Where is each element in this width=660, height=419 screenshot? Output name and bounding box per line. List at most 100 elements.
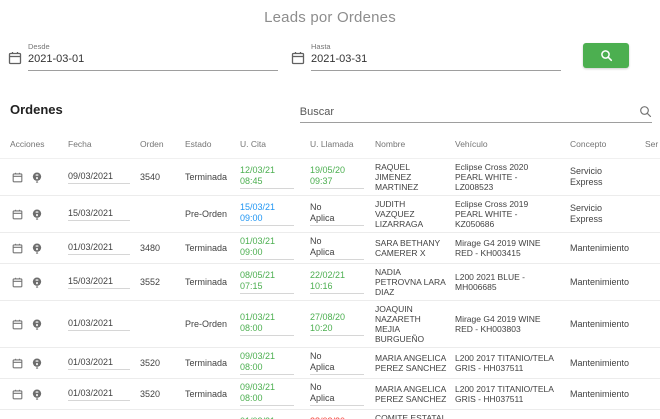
calendar-icon[interactable] — [12, 319, 23, 330]
call-icon[interactable] — [32, 243, 42, 254]
hasta-date-field: Hasta — [291, 42, 561, 71]
table-body: 09/03/2021 3540 Terminada 12/03/21 08:45 … — [0, 159, 660, 419]
calendar-icon[interactable] — [12, 243, 23, 254]
col-header-orden: Orden — [140, 139, 164, 149]
hasta-label: Hasta — [311, 42, 331, 51]
nombre-cell: NADIA PETROVNA LARA DIAZ — [375, 267, 446, 297]
call-icon[interactable] — [32, 277, 42, 288]
concepto-cell: Mantenimiento — [570, 276, 630, 287]
desde-date-field: Desde — [8, 42, 278, 71]
col-header-ullamada: U. Llamada — [310, 139, 354, 149]
calendar-icon[interactable] — [12, 277, 23, 288]
ullamada-cell[interactable]: No Aplica — [310, 202, 375, 226]
orden-cell: 3480 — [140, 243, 161, 253]
table-row: 01/03/2021 3480 Terminada 01/03/21 09:00 … — [0, 233, 660, 264]
magnifier-icon — [600, 50, 612, 62]
ucita-cell[interactable]: 15/03/21 09:00 — [240, 202, 310, 226]
hasta-input[interactable] — [311, 53, 561, 65]
ucita-cell[interactable]: 01/03/21 09:00 — [240, 236, 310, 260]
ullamada-cell[interactable]: 27/08/20 10:20 — [310, 312, 375, 336]
filter-bar: Desde Hasta — [0, 42, 660, 71]
estado-cell: Pre-Orden — [185, 209, 228, 219]
estado-cell: Terminada — [185, 389, 228, 399]
ucita-cell[interactable]: 12/03/21 08:45 — [240, 165, 310, 189]
ullamada-cell[interactable]: 19/05/20 09:37 — [310, 165, 375, 189]
table-row: 15/03/2021 Pre-Orden 15/03/21 09:00 No Apl… — [0, 196, 660, 233]
calendar-icon[interactable] — [12, 358, 23, 369]
desde-label: Desde — [28, 42, 50, 51]
actions-cell — [10, 209, 68, 220]
call-icon[interactable] — [32, 319, 42, 330]
hasta-input-wrap: Hasta — [311, 42, 561, 71]
actions-cell — [10, 319, 68, 330]
calendar-icon[interactable] — [291, 51, 305, 65]
call-icon[interactable] — [32, 389, 42, 400]
calendar-icon[interactable] — [8, 51, 22, 65]
orden-cell: 3520 — [140, 358, 161, 368]
nombre-cell: MARIA ANGELICA PEREZ SANCHEZ — [375, 384, 447, 404]
fecha-input: 09/03/2021 — [68, 171, 130, 184]
vehiculo-cell: Eclipse Cross 2019 PEARL WHITE - KZ05068… — [455, 199, 529, 229]
col-header-estado: Estado — [185, 139, 212, 149]
fecha-cell[interactable]: 01/03/2021 — [68, 357, 140, 370]
nombre-cell: COMITE ESTATAL DE SANIDAD ACUICOLA — [375, 413, 446, 419]
concepto-cell: Mantenimiento — [570, 242, 630, 253]
estado-cell: Pre-Orden — [185, 319, 228, 329]
fecha-cell[interactable]: 15/03/2021 — [68, 276, 140, 289]
fecha-input: 01/03/2021 — [68, 242, 130, 255]
calendar-icon[interactable] — [12, 172, 23, 183]
estado-cell: Terminada — [185, 243, 228, 253]
table-row: 09/03/2021 3540 Terminada 12/03/21 08:45 … — [0, 159, 660, 196]
call-icon[interactable] — [32, 209, 42, 220]
ullamada-cell[interactable]: No Aplica — [310, 236, 375, 260]
table-search-field — [299, 105, 652, 123]
table-row: 01/03/2021 Pre-Orden 01/03/2108:15 28/03… — [0, 410, 660, 419]
search-button[interactable] — [583, 43, 629, 68]
estado-cell: Terminada — [185, 277, 228, 287]
buscar-input[interactable] — [299, 105, 639, 118]
table-row: 15/03/2021 3552 Terminada 08/05/21 07:15 … — [0, 264, 660, 301]
ucita-cell[interactable]: 01/03/21 08:00 — [240, 312, 310, 336]
col-header-acciones: Acciones — [10, 139, 45, 149]
orden-cell: 3520 — [140, 389, 161, 399]
actions-cell — [10, 358, 68, 369]
vehiculo-cell: L200 2017 TITANIO/TELA GRIS - HH037511 — [455, 353, 554, 373]
actions-cell — [10, 172, 68, 183]
fecha-input: 15/03/2021 — [68, 208, 130, 221]
ucita-cell[interactable]: 09/03/21 08:00 — [240, 351, 310, 375]
nombre-cell: JUDITH VAZQUEZ LIZARRAGA — [375, 199, 424, 229]
calendar-icon[interactable] — [12, 389, 23, 400]
fecha-input: 01/03/2021 — [68, 388, 130, 401]
orden-cell: 3540 — [140, 172, 161, 182]
table-header-row: Acciones Fecha Orden Estado U. Cita U. L… — [0, 133, 660, 159]
actions-cell — [10, 243, 68, 254]
ucita-cell[interactable]: 08/05/21 07:15 — [240, 270, 310, 294]
fecha-input: 15/03/2021 — [68, 276, 130, 289]
fecha-cell[interactable]: 01/03/2021 — [68, 318, 140, 331]
desde-input[interactable] — [28, 53, 278, 65]
ullamada-cell[interactable]: 22/02/21 10:16 — [310, 270, 375, 294]
fecha-cell[interactable]: 15/03/2021 — [68, 208, 140, 221]
concepto-cell: Servicio Express — [570, 203, 603, 224]
ullamada-cell[interactable]: No Aplica — [310, 382, 375, 406]
magnifier-icon — [640, 106, 652, 118]
call-icon[interactable] — [32, 172, 42, 183]
orden-cell: 3552 — [140, 277, 161, 287]
col-header-vehiculo: Vehículo — [455, 139, 488, 149]
col-header-fecha: Fecha — [68, 139, 92, 149]
col-header-ucita: U. Cita — [240, 139, 266, 149]
calendar-icon[interactable] — [12, 209, 23, 220]
ullamada-cell[interactable]: No Aplica — [310, 351, 375, 375]
orders-section-header: Ordenes — [0, 102, 660, 123]
fecha-cell[interactable]: 01/03/2021 — [68, 388, 140, 401]
vehiculo-cell: Mirage G4 2019 WINE RED - KH003803 — [455, 314, 541, 334]
fecha-cell[interactable]: 01/03/2021 — [68, 242, 140, 255]
page-title: Leads por Ordenes — [264, 9, 396, 26]
col-header-nombre: Nombre — [375, 139, 406, 149]
col-header-concepto: Concepto — [570, 139, 607, 149]
fecha-cell[interactable]: 09/03/2021 — [68, 171, 140, 184]
call-icon[interactable] — [32, 358, 42, 369]
vehiculo-cell: Mirage G4 2019 WINE RED - KH003415 — [455, 238, 541, 258]
nombre-cell: MARIA ANGELICA PEREZ SANCHEZ — [375, 353, 447, 373]
ucita-cell[interactable]: 09/03/21 08:00 — [240, 382, 310, 406]
